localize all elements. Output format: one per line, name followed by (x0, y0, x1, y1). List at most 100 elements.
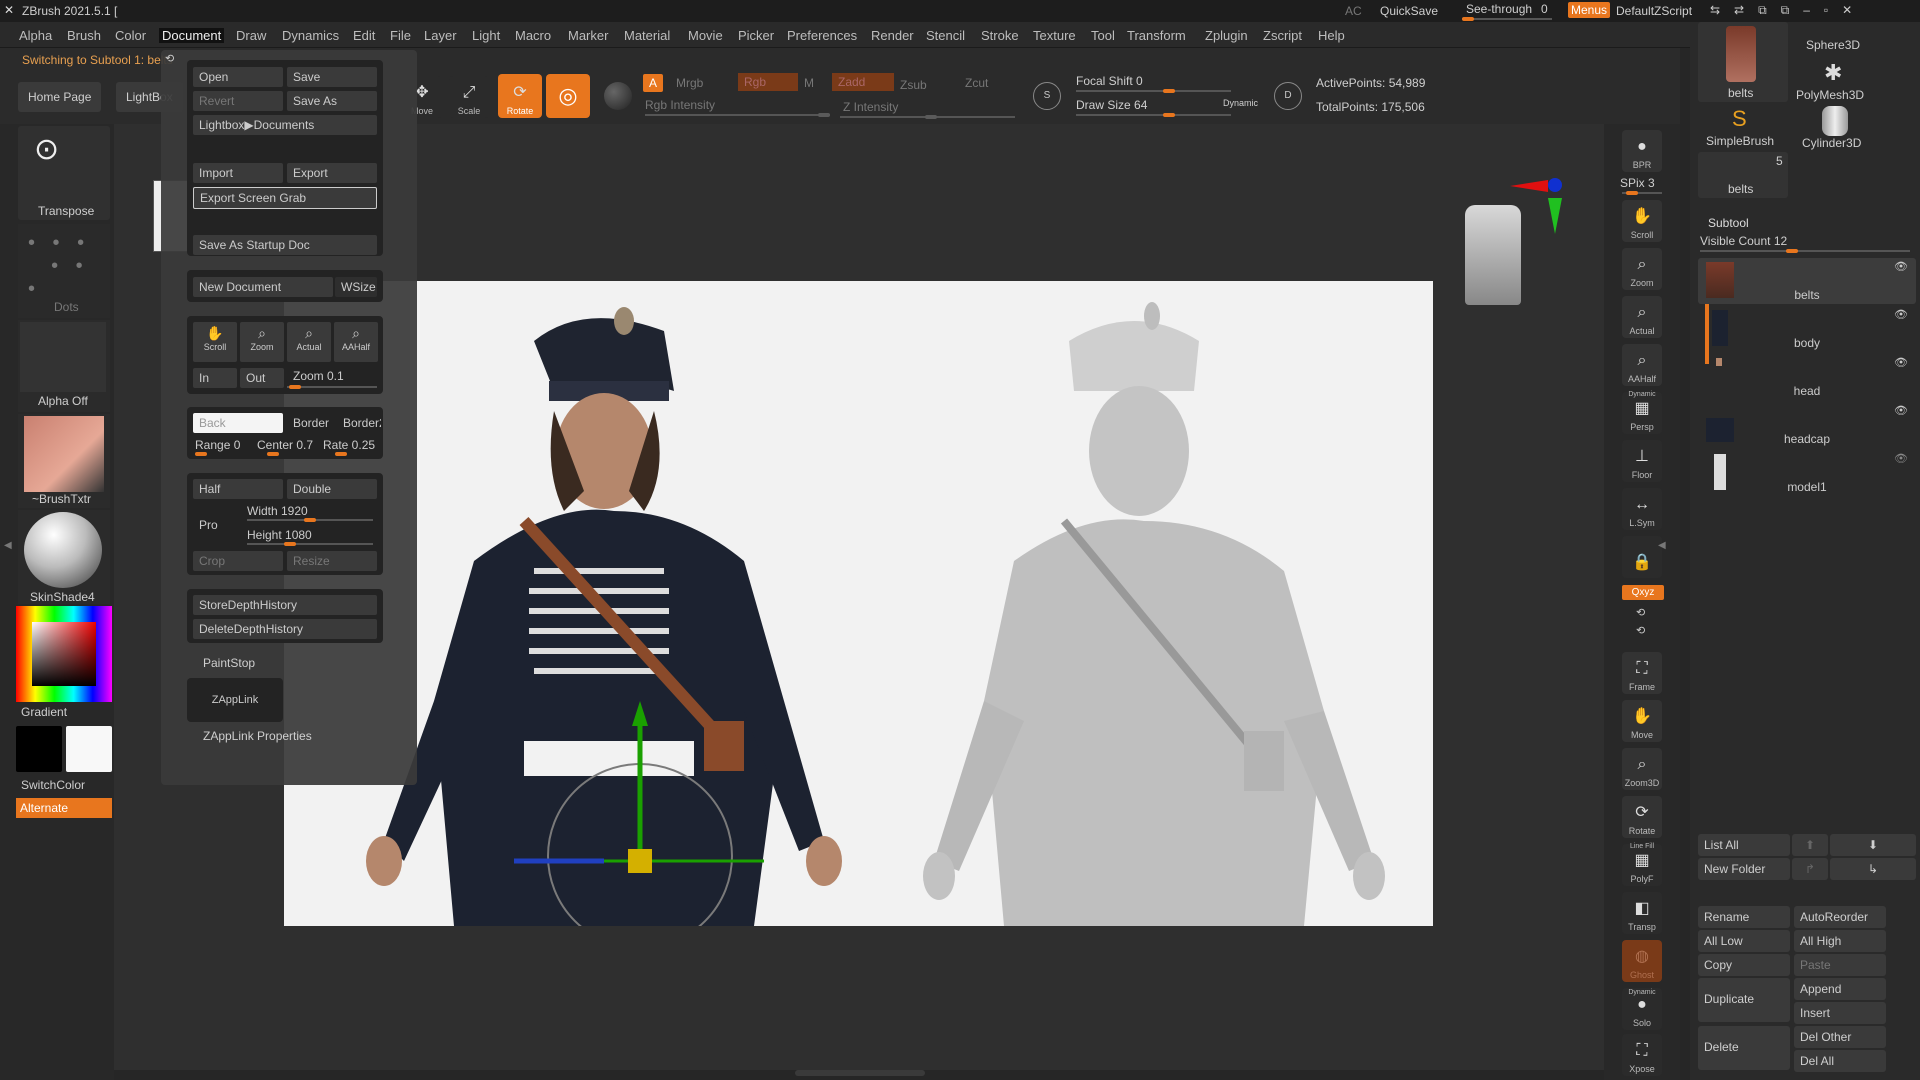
subtool-visibility-icon[interactable]: 👁 (1894, 260, 1908, 273)
aahalf-view-button[interactable]: ⌕ AAHalf (1622, 344, 1662, 386)
resize-button[interactable]: Resize (287, 551, 377, 571)
draw-mode-button[interactable]: ◎ (546, 74, 590, 118)
m-toggle[interactable]: M (804, 76, 814, 90)
menu-document[interactable]: Document (159, 28, 225, 43)
menu-edit[interactable]: Edit (353, 28, 375, 43)
rgb-toggle[interactable]: Rgb (738, 73, 798, 91)
tool-thumb-sphere3d[interactable]: Sphere3D (1790, 22, 1878, 52)
ghost-button[interactable]: ◍ Ghost (1622, 940, 1662, 982)
seethrough-track[interactable] (1462, 17, 1552, 21)
subtool-item[interactable]: 👁 headcap (1698, 402, 1916, 448)
menu-marker[interactable]: Marker (568, 28, 608, 43)
rgb-intensity-track[interactable] (645, 113, 830, 117)
menu-material[interactable]: Material (624, 28, 670, 43)
visible-count-slider[interactable]: Visible Count 12 (1700, 234, 1787, 248)
zcut-toggle[interactable]: Zcut (965, 76, 988, 90)
material-sphere-icon[interactable] (604, 82, 632, 110)
ac-label[interactable]: AC (1345, 4, 1362, 18)
transp-button[interactable]: ◧ Transp (1622, 892, 1662, 934)
tool-thumb-cylinder3d[interactable]: Cylinder3D (1790, 106, 1878, 152)
alternate-button[interactable]: Alternate (16, 798, 112, 818)
menu-picker[interactable]: Picker (738, 28, 774, 43)
scale-tool[interactable]: ⤢ Scale (449, 76, 489, 118)
menu-tool[interactable]: Tool (1091, 28, 1115, 43)
draw-size-icon[interactable]: D (1274, 82, 1302, 110)
zsub-toggle[interactable]: Zsub (900, 78, 927, 92)
menu-render[interactable]: Render (871, 28, 914, 43)
new-folder-button[interactable]: New Folder (1698, 858, 1790, 880)
xpose-button[interactable]: ⛶ Xpose (1622, 1034, 1662, 1076)
menu-macro[interactable]: Macro (515, 28, 551, 43)
menus-toggle[interactable]: Menus (1568, 2, 1611, 18)
menu-brush[interactable]: Brush (67, 28, 101, 43)
sculpt-viewport[interactable] (284, 281, 1433, 949)
tool-thumb-belts[interactable]: belts (1698, 22, 1788, 102)
xyz-toggle[interactable]: Qxyz (1622, 585, 1664, 600)
default-zscript[interactable]: DefaultZScript (1616, 4, 1692, 18)
bottom-scroll-handle[interactable] (795, 1070, 925, 1076)
subtool-item[interactable]: 👁 body (1698, 306, 1916, 352)
menu-zscript[interactable]: Zscript (1263, 28, 1302, 43)
crop-button[interactable]: Crop (193, 551, 283, 571)
wsize-button[interactable]: WSize (335, 277, 377, 297)
subtool-visibility-icon[interactable]: 👁 (1894, 404, 1908, 417)
main-color-swatch[interactable] (16, 726, 62, 772)
seethrough-slider[interactable]: See-through (1466, 2, 1532, 16)
rate-slider[interactable]: Rate 0.25 (317, 435, 381, 455)
zapplink-button[interactable]: ZAppLink (187, 678, 283, 722)
subtool-visibility-icon[interactable]: 👁 (1894, 308, 1908, 321)
zadd-toggle[interactable]: Zadd (832, 73, 894, 91)
floor-button[interactable]: ⊥ Floor (1622, 440, 1662, 482)
half-button[interactable]: Half (193, 479, 283, 499)
del-all-button[interactable]: Del All (1794, 1050, 1886, 1072)
menu-color[interactable]: Color (115, 28, 146, 43)
paste-button[interactable]: Paste (1794, 954, 1886, 976)
subtool-visibility-icon[interactable]: 👁 (1894, 356, 1908, 369)
append-button[interactable]: Append (1794, 978, 1886, 1000)
zoom-view-button[interactable]: ⌕ Zoom (1622, 248, 1662, 290)
open-button[interactable]: Open (193, 67, 283, 87)
rotate-axis-icon[interactable]: ⟲ (1636, 606, 1645, 619)
list-all-button[interactable]: List All (1698, 834, 1790, 856)
solo-button[interactable]: Dynamic ● Solo (1622, 988, 1662, 1030)
import-button[interactable]: Import (193, 163, 283, 183)
zoom-slider[interactable]: Zoom 0.1 (287, 366, 377, 386)
quicksave-button[interactable]: QuickSave (1380, 4, 1438, 18)
export-screen-grab-button[interactable]: Export Screen Grab (193, 187, 377, 209)
color-picker[interactable] (16, 606, 112, 702)
border-button[interactable]: Border (287, 413, 333, 433)
frame-button[interactable]: ⛶ Frame (1622, 652, 1662, 694)
zapplink-properties-button[interactable]: ZAppLink Properties (203, 729, 312, 743)
polyf-button[interactable]: Line Fill ▦ PolyF (1622, 843, 1662, 886)
menu-zplugin[interactable]: Zplugin (1205, 28, 1248, 43)
all-high-button[interactable]: All High (1794, 930, 1886, 952)
focal-shift-icon[interactable]: S (1033, 82, 1061, 110)
zoom-button[interactable]: ⌕ Zoom (240, 322, 284, 362)
lsym-button[interactable]: ↔ L.Sym (1622, 488, 1662, 530)
save-button[interactable]: Save (287, 67, 377, 87)
move-down-button[interactable]: ⬇ (1830, 834, 1916, 856)
document-canvas[interactable] (284, 281, 1433, 949)
rgb-intensity-slider[interactable]: Rgb Intensity (645, 98, 715, 112)
menu-alpha[interactable]: Alpha (19, 28, 52, 43)
center-slider[interactable]: Center 0.7 (251, 435, 317, 455)
aahalf-button[interactable]: ⌕ AAHalf (334, 322, 378, 362)
save-as-button[interactable]: Save As (287, 91, 377, 111)
actual-view-button[interactable]: ⌕ Actual (1622, 296, 1662, 338)
subtool-item[interactable]: 👁 head (1698, 354, 1916, 400)
right-tray-collapse-handle[interactable]: ◀ (1658, 540, 1666, 551)
grey-sculpt-figure[interactable] (923, 302, 1385, 926)
focal-shift-track[interactable] (1076, 89, 1231, 93)
back-color-button[interactable]: Back (193, 413, 283, 433)
actual-button[interactable]: ⌕ Actual (287, 322, 331, 362)
subtool-item[interactable]: 👁 model1 (1698, 450, 1916, 496)
revert-button[interactable]: Revert (193, 91, 283, 111)
move-view-button[interactable]: ✋ Move (1622, 700, 1662, 742)
textured-model-figure[interactable] (366, 307, 842, 926)
rotate-axis2-icon[interactable]: ⟲ (1636, 624, 1645, 637)
persp-button[interactable]: Dynamic ▦ Persp (1622, 391, 1662, 434)
menu-light[interactable]: Light (472, 28, 500, 43)
home-page-button[interactable]: Home Page (18, 82, 102, 112)
lock-button[interactable]: 🔒 (1622, 536, 1662, 578)
zoom-out-button[interactable]: Out (240, 368, 284, 388)
